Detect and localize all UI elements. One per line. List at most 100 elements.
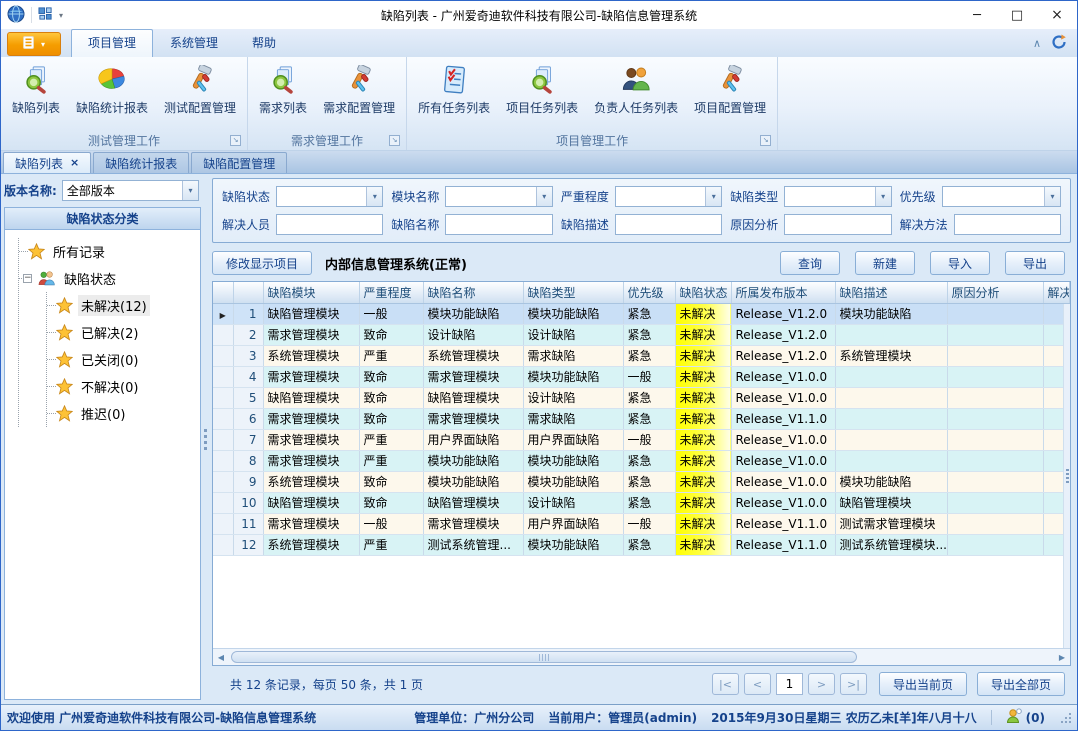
dropdown-icon[interactable]: ▾ xyxy=(875,187,891,206)
ribbon-button-2-3[interactable]: 项目配置管理 xyxy=(686,60,774,118)
filter-select-2[interactable]: ▾ xyxy=(615,186,722,207)
previous-page-button[interactable]: < xyxy=(744,673,771,695)
ribbon-button-0-1[interactable]: 缺陷统计报表 xyxy=(68,60,156,118)
cell: 用户界面缺陷 xyxy=(523,429,623,450)
document-tab-0[interactable]: 缺陷列表× xyxy=(3,152,91,173)
table-row-11[interactable]: 11需求管理模块一般需求管理模块用户界面缺陷一般未解决Release_V1.1.… xyxy=(213,513,1070,534)
action-button-2[interactable]: 导入 xyxy=(930,251,990,275)
filter-input-1[interactable] xyxy=(445,214,552,235)
filter-input-4[interactable] xyxy=(954,214,1061,235)
tree-node[interactable]: 已关闭(0) xyxy=(47,346,198,373)
panel-splitter[interactable] xyxy=(201,174,210,704)
filter-select-4[interactable]: ▾ xyxy=(942,186,1061,207)
table-row-7[interactable]: 7需求管理模块严重用户界面缺陷用户界面缺陷一般未解决Release_V1.0.0 xyxy=(213,429,1070,450)
last-page-button[interactable]: >| xyxy=(840,673,867,695)
quick-access-icon[interactable] xyxy=(38,6,53,24)
tree-node[interactable]: 已解决(2) xyxy=(47,319,198,346)
action-button-3[interactable]: 导出 xyxy=(1005,251,1065,275)
dialog-launcher-icon[interactable]: ↘ xyxy=(389,135,400,146)
ribbon-tab-1[interactable]: 系统管理 xyxy=(153,29,235,57)
scroll-left-icon[interactable]: ◀ xyxy=(213,649,229,666)
table-row-3[interactable]: 3系统管理模块严重系统管理模块需求缺陷紧急未解决Release_V1.2.0系统… xyxy=(213,345,1070,366)
column-header-3[interactable]: 缺陷类型 xyxy=(523,282,623,303)
collapse-ribbon-icon[interactable]: ∧ xyxy=(1033,39,1041,49)
cell xyxy=(947,408,1043,429)
cell: 模块功能缺陷 xyxy=(523,366,623,387)
maximize-button[interactable]: □ xyxy=(997,2,1037,29)
next-page-button[interactable]: > xyxy=(808,673,835,695)
page-number-input[interactable]: 1 xyxy=(776,673,803,695)
dropdown-icon[interactable]: ▾ xyxy=(1044,187,1060,206)
ribbon-button-2-1[interactable]: 项目任务列表 xyxy=(498,60,586,118)
action-button-0[interactable]: 查询 xyxy=(780,251,840,275)
tree-node[interactable]: 推迟(0) xyxy=(47,400,198,427)
document-tab-1[interactable]: 缺陷统计报表 xyxy=(93,152,189,173)
ribbon-tab-2[interactable]: 帮助 xyxy=(235,29,293,57)
table-row-4[interactable]: 4需求管理模块致命需求管理模块模块功能缺陷一般未解决Release_V1.0.0 xyxy=(213,366,1070,387)
table-row-8[interactable]: 8需求管理模块严重模块功能缺陷模块功能缺陷紧急未解决Release_V1.0.0 xyxy=(213,450,1070,471)
ribbon-button-0-0[interactable]: 缺陷列表 xyxy=(4,60,68,118)
table-row-12[interactable]: 12系统管理模块严重测试系统管理...模块功能缺陷紧急未解决Release_V1… xyxy=(213,534,1070,555)
filter-input-2[interactable] xyxy=(615,214,722,235)
filter-input-3[interactable] xyxy=(784,214,891,235)
first-page-button[interactable]: |< xyxy=(712,673,739,695)
tree-node[interactable]: −缺陷状态 xyxy=(19,265,198,292)
vertical-scrollbar[interactable] xyxy=(1063,304,1070,648)
ribbon-button-2-0[interactable]: 所有任务列表 xyxy=(410,60,498,118)
column-header-1[interactable]: 严重程度 xyxy=(359,282,423,303)
column-header-7[interactable]: 缺陷描述 xyxy=(835,282,947,303)
column-header-2[interactable]: 缺陷名称 xyxy=(423,282,523,303)
scroll-right-icon[interactable]: ▶ xyxy=(1054,649,1070,666)
close-tab-icon[interactable]: × xyxy=(70,158,79,168)
table-row-5[interactable]: 5缺陷管理模块致命缺陷管理模块设计缺陷紧急未解决Release_V1.0.0 xyxy=(213,387,1070,408)
action-button-1[interactable]: 新建 xyxy=(855,251,915,275)
filter-select-1[interactable]: ▾ xyxy=(445,186,552,207)
table-row-9[interactable]: 9系统管理模块致命模块功能缺陷模块功能缺陷紧急未解决Release_V1.0.0… xyxy=(213,471,1070,492)
ribbon-button-2-2[interactable]: 负责人任务列表 xyxy=(586,60,686,118)
collapse-icon[interactable]: − xyxy=(23,274,32,283)
table-row-10[interactable]: 10缺陷管理模块致命缺陷管理模块设计缺陷紧急未解决Release_V1.0.0缺… xyxy=(213,492,1070,513)
modify-columns-button[interactable]: 修改显示项目 xyxy=(212,251,312,275)
ribbon-tab-0[interactable]: 项目管理 xyxy=(71,29,153,57)
cell: 系统管理模块 xyxy=(263,345,359,366)
table-row-2[interactable]: 2需求管理模块致命设计缺陷设计缺陷紧急未解决Release_V1.2.0 xyxy=(213,324,1070,345)
online-users-indicator[interactable]: (0) xyxy=(1006,708,1045,727)
ribbon-button-1-1[interactable]: 需求配置管理 xyxy=(315,60,403,118)
column-header-9[interactable]: 解决方法 xyxy=(1043,282,1070,303)
column-header-4[interactable]: 优先级 xyxy=(623,282,675,303)
column-header-5[interactable]: 缺陷状态 xyxy=(675,282,731,303)
column-header-8[interactable]: 原因分析 xyxy=(947,282,1043,303)
column-header-0[interactable]: 缺陷模块 xyxy=(263,282,359,303)
dropdown-icon[interactable]: ▾ xyxy=(366,187,382,206)
dialog-launcher-icon[interactable]: ↘ xyxy=(230,135,241,146)
tree-node[interactable]: 未解决(12) xyxy=(47,292,198,319)
tree-node[interactable]: 不解决(0) xyxy=(47,373,198,400)
filter-select-0[interactable]: ▾ xyxy=(276,186,383,207)
dropdown-icon[interactable]: ▾ xyxy=(705,187,721,206)
scrollbar-thumb[interactable] xyxy=(231,651,857,663)
help-icon[interactable] xyxy=(1051,34,1067,53)
document-tab-2[interactable]: 缺陷配置管理 xyxy=(191,152,287,173)
resize-grip[interactable] xyxy=(1061,713,1071,723)
dropdown-icon[interactable]: ▾ xyxy=(536,187,552,206)
table-row-6[interactable]: 6需求管理模块致命需求管理模块需求缺陷紧急未解决Release_V1.1.0 xyxy=(213,408,1070,429)
column-header-6[interactable]: 所属发布版本 xyxy=(731,282,835,303)
cell: 需求管理模块 xyxy=(423,513,523,534)
version-select[interactable]: 全部版本 ▾ xyxy=(62,180,199,201)
star-icon xyxy=(56,378,73,395)
filter-select-3[interactable]: ▾ xyxy=(784,186,891,207)
ribbon-button-0-2[interactable]: 测试配置管理 xyxy=(156,60,244,118)
close-button[interactable]: × xyxy=(1037,2,1077,29)
application-menu-button[interactable]: ▾ xyxy=(7,32,61,56)
quick-access-dropdown-icon[interactable]: ▾ xyxy=(59,11,63,20)
ribbon-button-1-0[interactable]: 需求列表 xyxy=(251,60,315,118)
export-all-pages-button[interactable]: 导出全部页 xyxy=(977,672,1065,696)
dialog-launcher-icon[interactable]: ↘ xyxy=(760,135,771,146)
horizontal-scrollbar[interactable]: ◀ ▶ xyxy=(213,648,1070,665)
table-row-1[interactable]: ▶1缺陷管理模块一般模块功能缺陷模块功能缺陷紧急未解决Release_V1.2.… xyxy=(213,303,1070,324)
dropdown-icon[interactable]: ▾ xyxy=(182,181,198,200)
export-current-page-button[interactable]: 导出当前页 xyxy=(879,672,967,696)
minimize-button[interactable]: ─ xyxy=(957,2,997,29)
tree-node[interactable]: 所有记录 xyxy=(19,238,198,265)
filter-input-0[interactable] xyxy=(276,214,383,235)
